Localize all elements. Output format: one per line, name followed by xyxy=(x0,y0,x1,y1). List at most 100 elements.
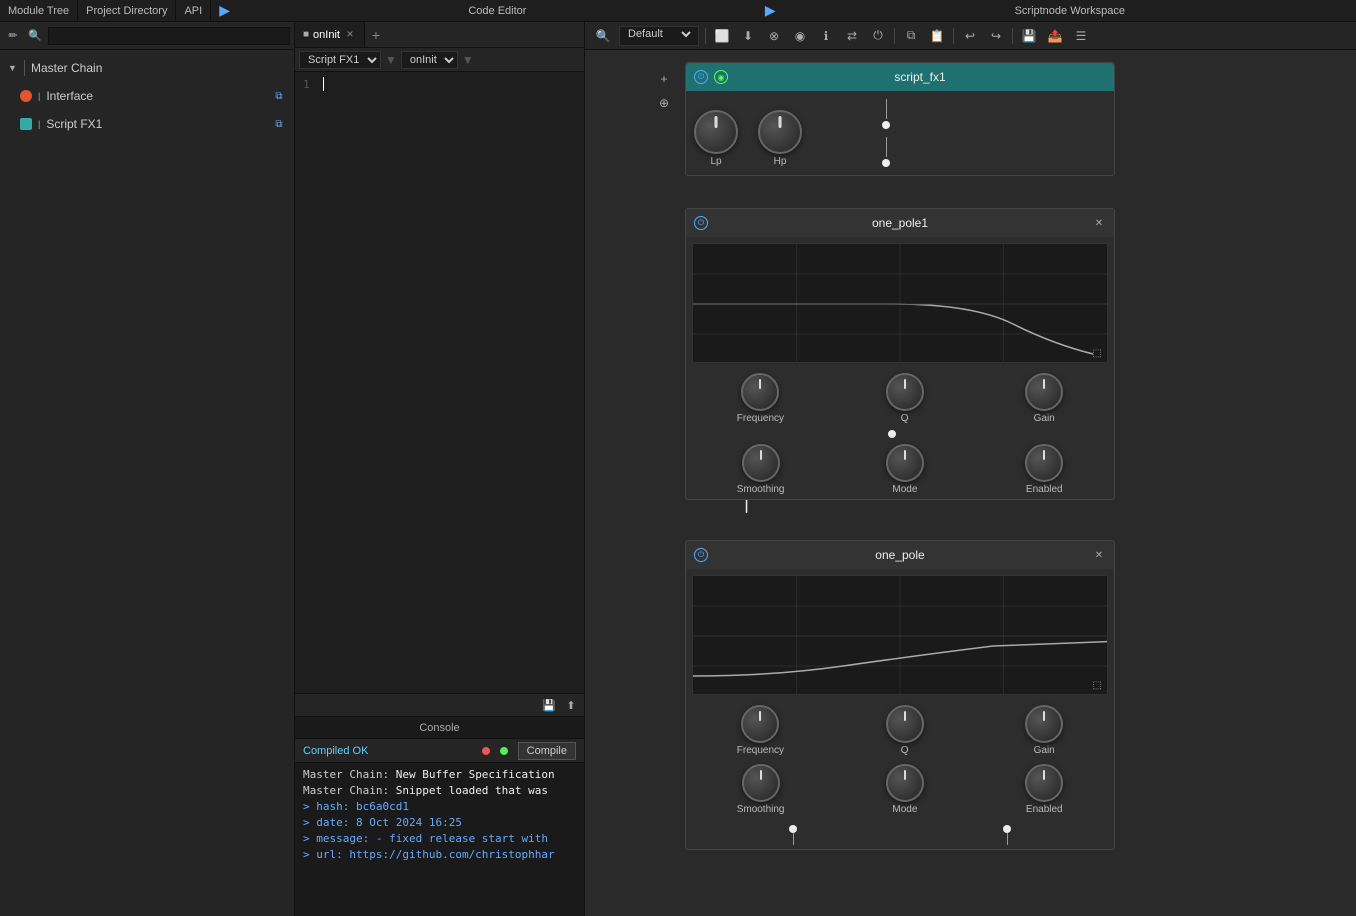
interface-external-link-icon[interactable]: ⧉ xyxy=(272,89,286,103)
tree-item-script-fx1[interactable]: | Script FX1 ⧉ xyxy=(0,110,294,138)
one-pole2-enabled-knob[interactable] xyxy=(1025,764,1063,802)
hp-knob[interactable] xyxy=(758,110,802,154)
one-pole1-enabled-knob[interactable] xyxy=(1025,444,1063,482)
one-pole2-power-btn[interactable]: ⏻ xyxy=(694,548,708,562)
master-chain-label: Master Chain xyxy=(31,61,286,75)
one-pole2-gain-label: Gain xyxy=(1034,745,1055,756)
copy-icon[interactable]: ⧉ xyxy=(901,26,921,46)
connector-2 xyxy=(882,159,890,167)
close-network-icon[interactable]: ⊗ xyxy=(764,26,784,46)
lp-knob[interactable] xyxy=(694,110,738,154)
workspace-content[interactable]: ⏻ ◉ script_fx1 + ⊕ Lp xyxy=(585,50,1356,916)
one-pole2-connector-1 xyxy=(789,825,797,833)
console-panel: Console Compiled OK Compile Master Chain… xyxy=(295,716,584,916)
tree-item-interface[interactable]: | Interface ⧉ xyxy=(0,82,294,110)
script-fx1-header: ⏻ ◉ script_fx1 xyxy=(686,63,1114,91)
edit-icon[interactable]: ✏ xyxy=(4,27,22,45)
lp-label: Lp xyxy=(710,156,721,167)
one-pole2-box: ⏻ one_pole ✕ xyxy=(685,540,1115,850)
one-pole2-response-svg xyxy=(693,576,1107,695)
one-pole2-mode-label: Mode xyxy=(892,804,917,815)
power-icon[interactable]: ⏻ xyxy=(868,26,888,46)
one-pole2-gain-knob[interactable] xyxy=(1025,705,1063,743)
one-pole1-frequency-group: Frequency xyxy=(737,373,784,424)
save-snippet-icon[interactable]: 💾 xyxy=(540,696,558,714)
compile-status: Compiled OK xyxy=(303,745,474,757)
hp-label: Hp xyxy=(774,156,787,167)
one-pole2-smoothing-label: Smoothing xyxy=(737,804,785,815)
code-editor-toolbar: Script FX1 ▼ onInit ▼ xyxy=(295,48,584,72)
code-editor-header-label: ▶ Code Editor ▶ xyxy=(211,0,783,21)
module-sidebar: + ⊕ xyxy=(655,70,673,112)
toolbar-separator-1 xyxy=(705,28,706,44)
script-fx1-external-link-icon[interactable]: ⧉ xyxy=(272,117,286,131)
one-pole2-gain-group: Gain xyxy=(1025,705,1063,756)
one-pole2-export-icon[interactable]: ⬚ xyxy=(1093,680,1102,691)
one-pole2-close-btn[interactable]: ✕ xyxy=(1092,548,1106,562)
tab-close-icon[interactable]: ✕ xyxy=(344,29,356,41)
export-icon[interactable]: 📤 xyxy=(1045,26,1065,46)
one-pole1-smoothing-knob[interactable] xyxy=(742,444,780,482)
add-module-icon[interactable]: + xyxy=(655,70,673,88)
compile-button[interactable]: Compile xyxy=(518,742,576,760)
search-icon[interactable]: 🔍 xyxy=(26,27,44,45)
one-pole1-power-btn[interactable]: ⏻ xyxy=(694,216,708,230)
one-pole1-frequency-knob[interactable] xyxy=(741,373,779,411)
right-arrow-icon[interactable]: ▶ xyxy=(765,2,776,19)
console-line-2: Master Chain: Snippet loaded that was xyxy=(303,783,576,799)
zoom-fit-icon[interactable]: 🔍 xyxy=(593,26,613,46)
script-fx1-power-btn[interactable]: ⏻ xyxy=(694,70,708,84)
method-selector[interactable]: onInit xyxy=(401,51,458,69)
settings-icon[interactable]: ☰ xyxy=(1071,26,1091,46)
add-tab-button[interactable]: + xyxy=(365,24,387,46)
left-arrow-icon[interactable]: ▶ xyxy=(219,2,230,19)
console-line-1: Master Chain: New Buffer Specification xyxy=(303,767,576,783)
one-pole2-mode-group: Mode xyxy=(886,764,924,815)
view-dropdown[interactable]: Default xyxy=(619,26,699,46)
one-pole2-frequency-knob[interactable] xyxy=(741,705,779,743)
one-pole1-enabled-label: Enabled xyxy=(1026,484,1063,495)
paste-icon[interactable]: 📋 xyxy=(927,26,947,46)
code-tab-oninit[interactable]: ■ onInit ✕ xyxy=(295,22,365,47)
one-pole1-gain-knob[interactable] xyxy=(1025,373,1063,411)
console-content: Master Chain: New Buffer Specification M… xyxy=(295,763,584,916)
import-icon[interactable]: ⬇ xyxy=(738,26,758,46)
connect-icon[interactable]: ⇄ xyxy=(842,26,862,46)
tab-project-directory[interactable]: Project Directory xyxy=(78,0,176,21)
upload-icon[interactable]: ⬆ xyxy=(562,696,580,714)
undo-icon[interactable]: ↩ xyxy=(960,26,980,46)
tree-item-master-chain[interactable]: ▼ Master Chain xyxy=(0,54,294,82)
interface-pipe-icon: | xyxy=(38,91,40,101)
one-pole1-gain-group: Gain xyxy=(1025,373,1063,424)
script-fx1-status-btn[interactable]: ◉ xyxy=(714,70,728,84)
cursor xyxy=(323,77,324,91)
console-line-5: > message: - fixed release start with xyxy=(303,831,576,847)
one-pole1-title: one_pole1 xyxy=(714,216,1086,230)
one-pole2-q-knob[interactable] xyxy=(886,705,924,743)
one-pole1-graph xyxy=(692,243,1108,363)
one-pole2-graph-container: ⬚ xyxy=(692,575,1108,695)
one-pole2-mode-knob[interactable] xyxy=(886,764,924,802)
one-pole1-mode-knob[interactable] xyxy=(886,444,924,482)
redo-icon[interactable]: ↪ xyxy=(986,26,1006,46)
graph-export-icon[interactable]: ⬚ xyxy=(1093,348,1102,359)
tab-api[interactable]: API xyxy=(176,0,211,21)
one-pole2-smoothing-knob[interactable] xyxy=(742,764,780,802)
save-icon[interactable]: 💾 xyxy=(1019,26,1039,46)
one-pole1-q-label: Q xyxy=(901,413,909,424)
cpu-icon[interactable]: ◉ xyxy=(790,26,810,46)
one-pole1-gain-label: Gain xyxy=(1034,413,1055,424)
target-icon[interactable]: ⊕ xyxy=(655,94,673,112)
tab-module-tree[interactable]: Module Tree xyxy=(0,0,78,21)
code-icons-bottom: 💾 ⬆ xyxy=(295,693,584,716)
info-icon[interactable]: ℹ xyxy=(816,26,836,46)
script-fx1-square-icon xyxy=(20,118,32,130)
one-pole1-q-knob[interactable] xyxy=(886,373,924,411)
script-selector[interactable]: Script FX1 xyxy=(299,51,381,69)
search-input[interactable] xyxy=(48,27,290,45)
new-icon[interactable]: ⬜ xyxy=(712,26,732,46)
code-area[interactable]: 1 xyxy=(295,72,584,693)
one-pole2-frequency-label: Frequency xyxy=(737,745,784,756)
one-pole1-close-btn[interactable]: ✕ xyxy=(1092,216,1106,230)
one-pole2-enabled-group: Enabled xyxy=(1025,764,1063,815)
